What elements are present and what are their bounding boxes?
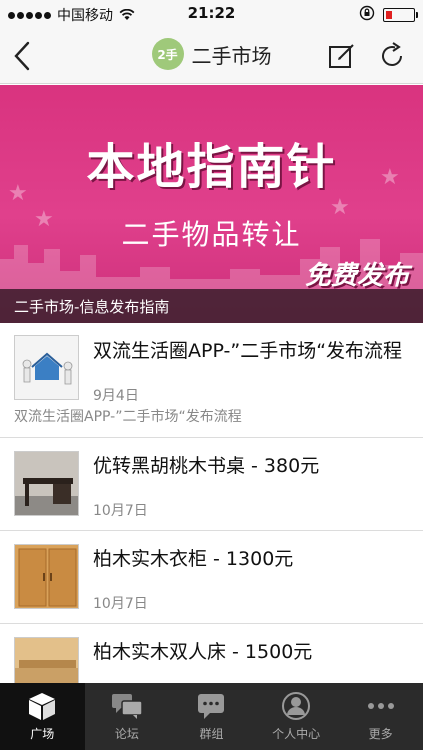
desk-photo-icon [15, 452, 78, 515]
tab-label: 广场 [30, 727, 55, 741]
tab-label: 个人中心 [272, 727, 321, 741]
market-logo: 2手 [151, 38, 184, 70]
list-item[interactable]: 双流生活圈APP-”二手市场“发布流程 9月4日 双流生活圈APP-”二手市场“… [0, 323, 423, 438]
item-title: 双流生活圈APP-”二手市场“发布流程 [93, 340, 403, 362]
item-thumbnail [14, 335, 79, 400]
nav-bar: 2手 二手市场 [0, 28, 423, 84]
chat-bubbles-icon [111, 694, 143, 719]
item-date: 10月7日 [93, 503, 148, 519]
refresh-icon [382, 42, 402, 66]
banner-badge: 免费发布 [304, 261, 409, 291]
banner-caption: 二手市场-信息发布指南 [0, 289, 423, 323]
banner-headline: 本地指南针 [86, 139, 337, 195]
tab-profile[interactable]: 个人中心 [254, 683, 339, 750]
item-date: 10月7日 [93, 596, 148, 612]
promo-banner[interactable]: ★ ★ ★ ★ 本地指南针 二手物品转让 免费发布 二手市场-信息发布指南 [0, 85, 423, 323]
person-icon [282, 692, 311, 720]
house-figures-icon [15, 336, 78, 399]
tab-label: 更多 [368, 727, 393, 741]
banner-subtitle: 二手物品转让 [121, 218, 302, 251]
cube-icon [29, 693, 56, 720]
item-thumbnail [14, 451, 79, 516]
tab-label: 论坛 [114, 727, 139, 741]
item-title: 柏木实木衣柜 - 1300元 [93, 548, 294, 570]
status-bar: 中国移动 21:22 [0, 0, 423, 28]
list-item[interactable]: 柏木实木衣柜 - 1300元 10月7日 [0, 531, 423, 624]
item-description: 双流生活圈APP-”二手市场“发布流程 [14, 409, 242, 425]
item-date: 9月4日 [93, 388, 139, 404]
tab-forum[interactable]: 论坛 [85, 683, 170, 750]
status-right [359, 5, 418, 25]
tab-more[interactable]: 更多 [338, 683, 423, 750]
more-dots-icon [367, 703, 394, 709]
tab-label: 群组 [199, 727, 224, 741]
tab-bar: 广场 论坛 群组 个人中心 更多 [0, 683, 423, 750]
wardrobe-photo-icon [15, 545, 78, 608]
nav-title-group: 2手 二手市场 [0, 38, 423, 70]
refresh-button[interactable] [377, 41, 407, 71]
post-list: 双流生活圈APP-”二手市场“发布流程 9月4日 双流生活圈APP-”二手市场“… [0, 323, 423, 694]
tab-plaza[interactable]: 广场 [0, 683, 85, 750]
group-chat-icon [198, 694, 225, 719]
item-title: 柏木实木双人床 - 1500元 [93, 641, 313, 663]
tab-groups[interactable]: 群组 [169, 683, 254, 750]
compose-icon [329, 44, 354, 68]
list-item[interactable]: 优转黑胡桃木书桌 - 380元 10月7日 [0, 438, 423, 531]
battery-icon [383, 8, 418, 22]
item-thumbnail [14, 544, 79, 609]
item-title: 优转黑胡桃木书桌 - 380元 [93, 455, 320, 477]
rotation-lock-icon [359, 5, 375, 25]
compose-button[interactable] [327, 41, 357, 71]
page-title: 二手市场 [191, 43, 272, 68]
